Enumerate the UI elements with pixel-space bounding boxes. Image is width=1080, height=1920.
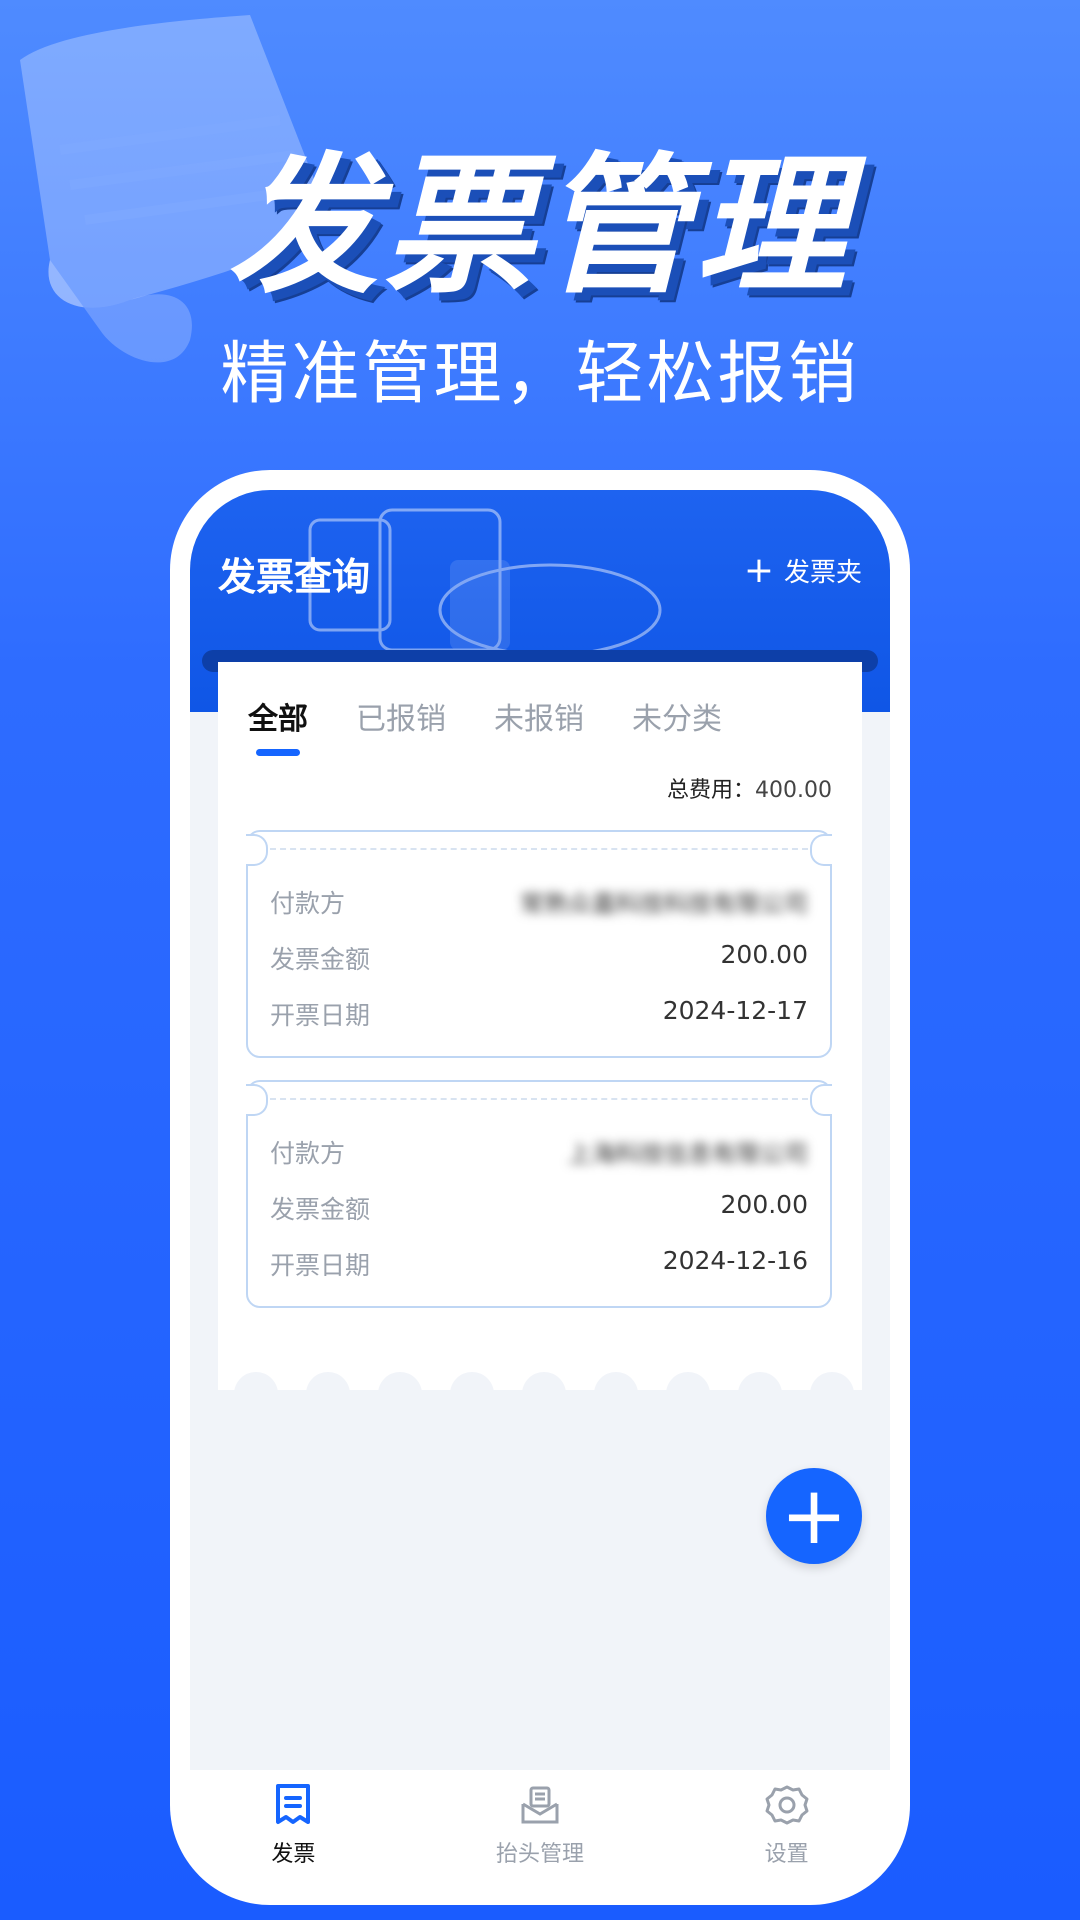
date-value: 2024-12-17 [662,996,808,1025]
gear-icon [765,1785,809,1825]
card-notch [246,834,268,866]
amount-label: 发票金额 [270,945,371,974]
card-notch [810,1084,832,1116]
invoice-sheet: 全部 已报销 未报销 未分类 总费用：400.00 付款方 常熟众嘉科技科技有限… [218,662,862,1390]
inbox-icon [521,1786,559,1824]
nav-label: 抬头管理 [495,1842,584,1867]
plus-icon: + [743,549,774,591]
invoice-icon [276,1784,311,1824]
payer-label: 付款方 [270,889,346,918]
invoice-card[interactable]: 付款方 上海科技信息有限公司 发票金额 200.00 开票日期 2024-12-… [246,1080,832,1308]
card-notch [810,834,832,866]
nav-item-invoice[interactable]: 发票 [193,1770,393,1868]
amount-label: 发票金额 [270,1195,371,1224]
filter-tabs: 全部 已报销 未报销 未分类 [248,694,722,756]
bottom-navigation: 发票 抬头管理 设置 [170,1770,910,1890]
nav-item-settings[interactable]: 设置 [687,1770,887,1868]
perforation-line [270,848,808,850]
date-row: 开票日期 2024-12-17 [270,996,808,1032]
total-cost-label: 总费用： [667,778,756,803]
app-title: 发票查询 [218,555,371,599]
payer-row: 付款方 上海科技信息有限公司 [270,1134,808,1170]
amount-row: 发票金额 200.00 [270,940,808,976]
invoice-folder-button[interactable]: + 发票夹 [744,552,862,589]
payer-value: 常熟众嘉科技科技有限公司 [520,890,808,918]
nav-label: 发票 [271,1842,316,1867]
invoice-folder-label: 发票夹 [783,558,862,588]
payer-row: 付款方 常熟众嘉科技科技有限公司 [270,884,808,920]
payer-label: 付款方 [270,1139,346,1168]
tab-all[interactable]: 全部 [248,694,308,756]
date-row: 开票日期 2024-12-16 [270,1246,808,1282]
amount-row: 发票金额 200.00 [270,1190,808,1226]
phone-frame: 发票查询 + 发票夹 全部 已报销 未报销 未分类 总费用：400.00 付款方… [170,470,910,1905]
nav-item-title-management[interactable]: 抬头管理 [440,1770,640,1868]
add-invoice-button[interactable]: + [766,1468,862,1564]
hero-subtitle: 精准管理，轻松报销 [220,335,860,414]
tab-uncategorized[interactable]: 未分类 [632,694,722,738]
date-value: 2024-12-16 [662,1246,808,1275]
tab-reimbursed[interactable]: 已报销 [356,694,446,738]
date-label: 开票日期 [270,1001,371,1030]
invoice-card[interactable]: 付款方 常熟众嘉科技科技有限公司 发票金额 200.00 开票日期 2024-1… [246,830,832,1058]
hero-title: 发票管理 [227,140,852,314]
total-cost-value: 400.00 [755,778,832,803]
scalloped-edge [218,1364,862,1390]
plus-icon: + [780,1469,848,1562]
app-screen: 发票查询 + 发票夹 全部 已报销 未报销 未分类 总费用：400.00 付款方… [190,490,890,1770]
tab-unreimbursed[interactable]: 未报销 [494,694,584,738]
date-label: 开票日期 [270,1251,371,1280]
payer-value: 上海科技信息有限公司 [568,1140,808,1168]
amount-value: 200.00 [720,940,808,969]
total-cost: 总费用：400.00 [667,772,832,804]
nav-label: 设置 [764,1842,809,1867]
card-notch [246,1084,268,1116]
amount-value: 200.00 [720,1190,808,1219]
perforation-line [270,1098,808,1100]
